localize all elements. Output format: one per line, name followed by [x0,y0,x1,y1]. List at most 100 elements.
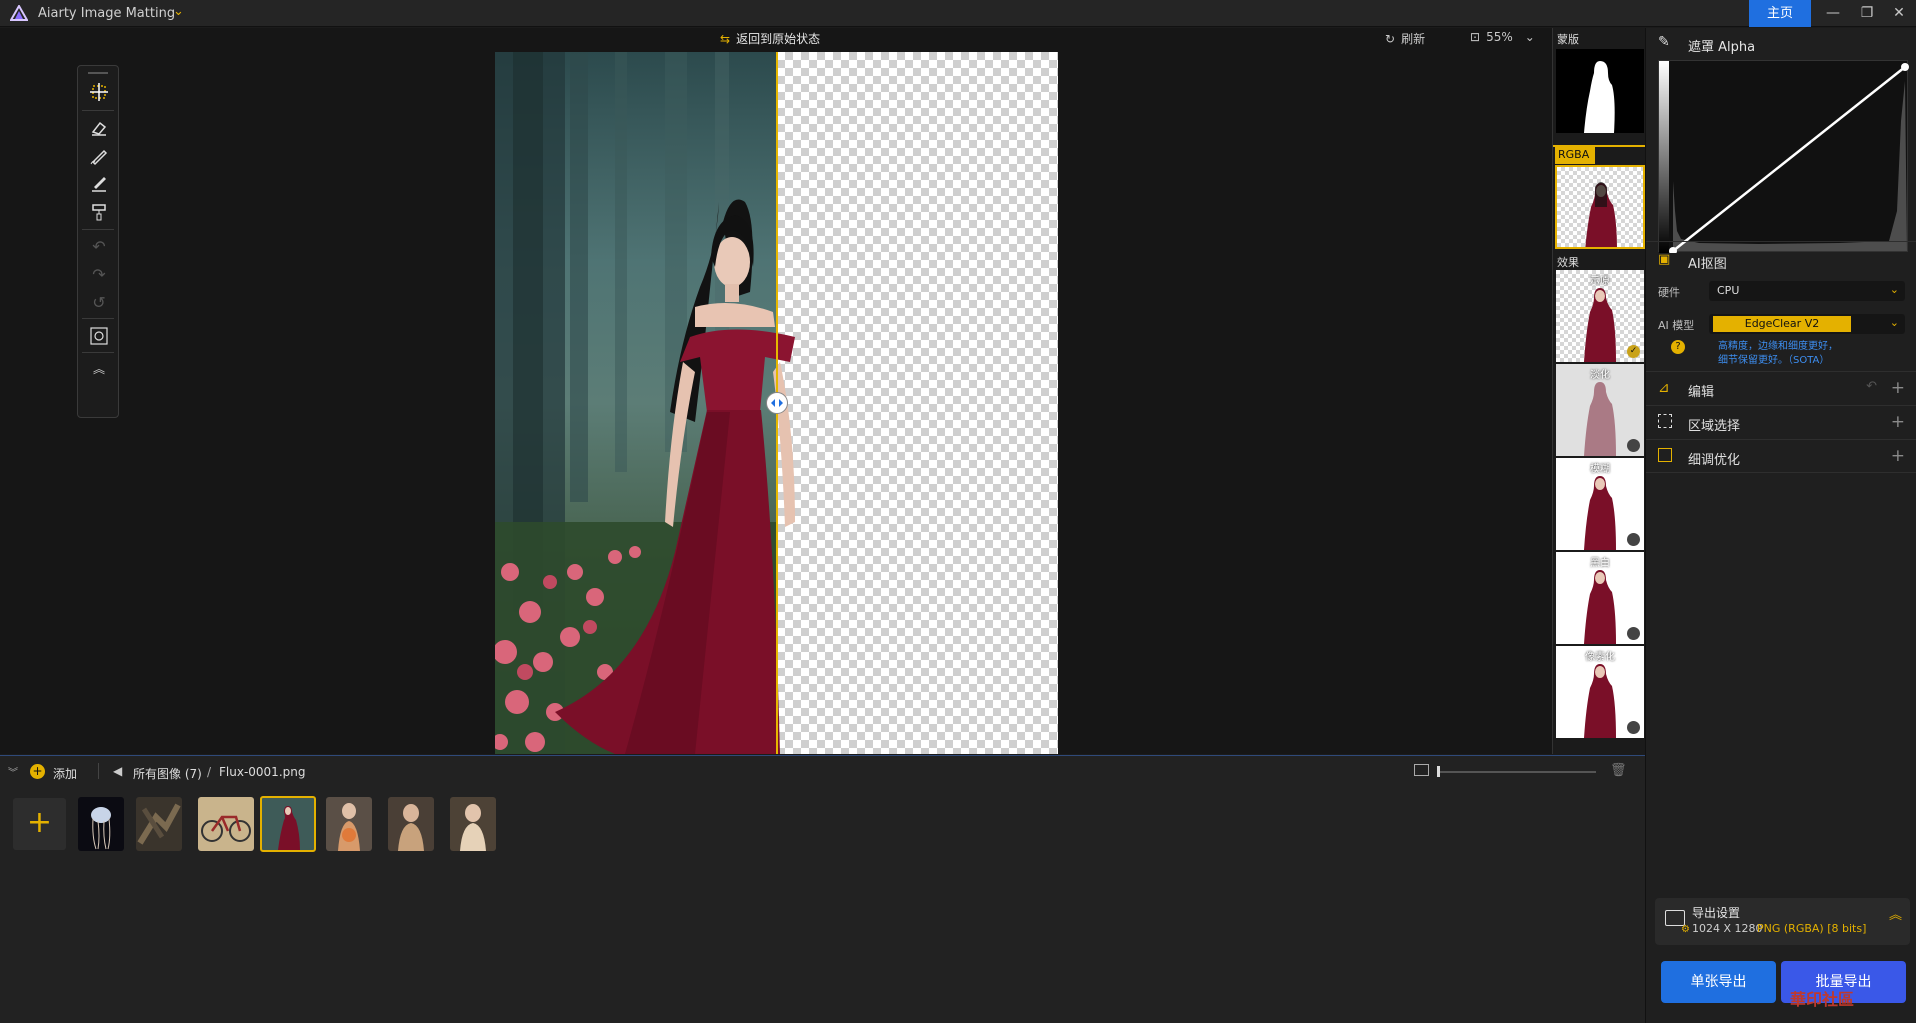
redo-icon[interactable]: ↷ [86,262,112,286]
zoom-control[interactable]: ⊡ 55% ⌄ [1470,30,1535,44]
image-preview[interactable] [495,52,1058,754]
alpha-title: 遮罩 Alpha [1688,40,1756,55]
refresh-button[interactable]: ↻ 刷新 [1385,30,1425,47]
expand-plus-icon[interactable]: + [1891,378,1905,398]
collapse-up-icon[interactable]: ︽ [1889,904,1902,923]
unselected-radio-icon [1627,721,1640,734]
edit-section-label: 编辑 [1688,385,1715,400]
smart-brush-icon[interactable] [86,172,112,196]
ai-model-value: EdgeClear V2 [1713,316,1851,332]
refresh-icon: ↻ [1385,32,1396,46]
rgba-thumbnail[interactable] [1555,165,1645,249]
effect-thumbnail[interactable]: 像素化 [1556,646,1644,738]
home-button[interactable]: 主页 [1749,0,1811,27]
effect-thumbnail[interactable]: 模糊 [1556,458,1644,550]
model-description-line1: 高精度，边缘和细度更好， [1718,341,1838,352]
ai-model-select[interactable]: EdgeClear V2 ⌄ [1709,314,1905,334]
divider [82,110,114,111]
mask-thumbnail[interactable] [1556,49,1644,133]
move-tool-icon[interactable] [86,80,112,104]
ai-matting-title: AI抠图 [1688,257,1727,272]
filmstrip-thumbnail[interactable] [136,797,182,851]
crop-edit-icon: ⊿ [1658,380,1670,396]
hardware-value: CPU [1717,284,1740,297]
maximize-button[interactable]: ❐ [1850,0,1884,27]
title-bar: Aiarty Image Matting ⌄ 主页 — ❐ ✕ [0,0,1916,27]
zoom-icon: ⊡ [1470,30,1481,44]
preview-strip: 蒙版 RGBA 效果 示原 ✓ 淡化 模糊 黑白 像素化 [1552,28,1646,754]
single-export-button[interactable]: 单张导出 [1661,961,1776,1003]
app-menu-chevron-icon[interactable]: ⌄ [173,4,184,19]
eyedropper-icon: ✎ [1658,34,1670,50]
effect-label: 示原 [1590,276,1610,287]
watermark-logo: 華印社區 [1790,990,1855,1009]
filmstrip-thumbnail[interactable] [388,797,434,851]
effects-label: 效果 [1557,256,1579,269]
filmstrip-thumbnail[interactable] [450,797,496,851]
trash-icon[interactable]: 🗑 [1610,763,1627,778]
alpha-curve-editor[interactable] [1658,60,1909,255]
divider [82,229,114,230]
tool-palette: ↶ ↷ ↺ ︽ [77,65,119,418]
unselected-radio-icon [1627,533,1640,546]
help-icon[interactable]: ? [1671,340,1685,354]
thumbnail-size-slider[interactable] [1438,771,1596,773]
compare-split-handle-icon[interactable] [766,392,788,414]
image-size-icon [1414,764,1429,776]
collapse-down-icon[interactable]: ︾ [8,764,18,779]
breadcrumb-separator: / [207,765,212,779]
filmstrip-thumbnail-selected[interactable] [260,796,316,852]
region-select-label: 区域选择 [1688,419,1741,434]
hardware-label: 硬件 [1658,286,1680,299]
export-settings[interactable]: ⚙ 导出设置 1024 X 1280 PNG (RGBA) [8 bits] ︽ [1655,898,1910,945]
all-images-link[interactable]: 所有图像 (7) [133,765,202,782]
effect-thumbnail[interactable]: 黑白 [1556,552,1644,644]
ai-matting-header[interactable]: ▣ AI抠图 [1646,241,1916,281]
undo-icon[interactable]: ↶ [1866,379,1877,394]
edit-section[interactable]: ⊿ 编辑 ↶ + [1646,371,1916,405]
chevron-down-icon: ⌄ [1889,283,1899,296]
fill-roller-icon[interactable] [86,200,112,224]
effect-label: 像素化 [1585,652,1615,663]
add-icon[interactable]: + [30,764,45,779]
effect-label: 模糊 [1590,464,1610,475]
effect-thumbnail[interactable]: 示原 ✓ [1556,270,1644,362]
rgba-label: RGBA [1555,147,1595,164]
add-image-tile[interactable]: + [13,798,66,850]
brush-icon[interactable] [86,144,112,168]
fit-view-icon[interactable] [86,324,112,348]
filmstrip-toolbar: ︾ + 添加 ◀ 所有图像 (7) / Flux-0001.png 🗑 [0,756,1645,786]
slider-knob[interactable] [1437,766,1440,777]
refine-section[interactable]: 细调优化 + [1646,439,1916,473]
filmstrip-thumbnail[interactable] [78,797,124,851]
eraser-icon[interactable] [86,116,112,140]
hardware-select[interactable]: CPU ⌄ [1709,281,1905,301]
add-label[interactable]: 添加 [53,765,77,782]
drag-handle[interactable] [88,72,108,74]
model-description-line2: 细节保留更好。（SOTA） [1718,355,1830,366]
export-size: 1024 X 1280 [1692,922,1763,935]
undo-icon[interactable]: ↶ [86,234,112,258]
collapse-up-icon[interactable]: ︽ [86,356,112,380]
current-file-name: Flux-0001.png [219,765,306,779]
export-settings-title: 导出设置 [1692,906,1741,920]
close-button[interactable]: ✕ [1882,0,1916,27]
reset-icon[interactable]: ↺ [86,290,112,314]
expand-plus-icon[interactable]: + [1891,412,1905,432]
minimize-button[interactable]: — [1816,0,1850,27]
effect-thumbnail[interactable]: 淡化 [1556,364,1644,456]
right-panel: ✎ 遮罩 Alpha ▣ AI抠图 硬件 CPU ⌄ AI 模型 EdgeCle… [1645,28,1916,1023]
expand-plus-icon[interactable]: + [1891,446,1905,466]
ai-model-label: AI 模型 [1658,319,1695,332]
region-select-section[interactable]: 区域选择 + [1646,405,1916,439]
selected-check-icon: ✓ [1627,345,1640,358]
region-select-icon [1658,414,1672,428]
zoom-chevron-icon: ⌄ [1524,30,1535,44]
export-format: PNG (RGBA) [8 bits] [1757,922,1867,935]
filmstrip-thumbnail[interactable] [198,797,254,851]
restore-label: 返回到原始状态 [736,32,821,46]
divider [82,318,114,319]
filmstrip-thumbnail[interactable] [326,797,372,851]
restore-original-button[interactable]: ⇆ 返回到原始状态 [720,30,820,47]
back-arrow-icon[interactable]: ◀ [113,764,122,778]
